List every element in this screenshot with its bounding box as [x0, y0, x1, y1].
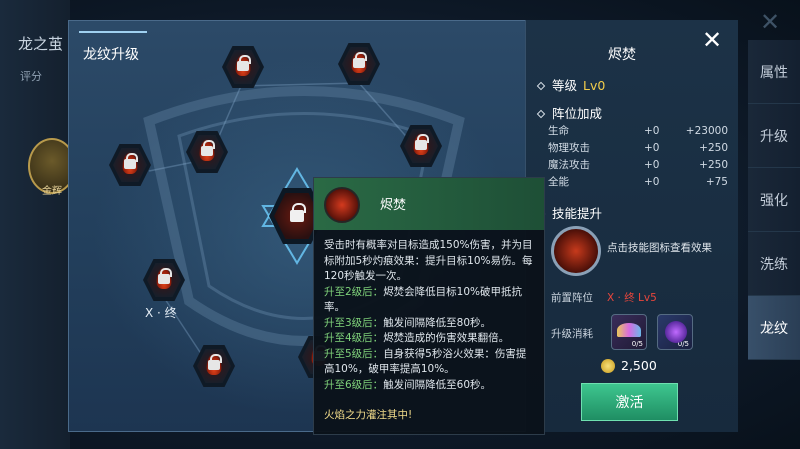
gold-coin-icon — [601, 358, 615, 373]
material-count: 0/5 — [677, 340, 689, 348]
rune-node-locked[interactable] — [193, 345, 235, 387]
level-value: Lv0 — [583, 78, 606, 93]
lock-icon — [353, 52, 367, 68]
lock-icon — [237, 55, 251, 71]
stat-current: +0 — [644, 158, 660, 171]
tooltip-header: 烬焚 — [314, 178, 544, 230]
level-prefix: 升至3级后： — [324, 316, 384, 329]
cost-label: 升级消耗 — [551, 328, 593, 340]
level-effect: 触发间隔降低至80秒。 — [383, 316, 492, 329]
rune-node-x-final[interactable] — [143, 259, 185, 301]
stat-delta: +75 — [705, 175, 728, 188]
skill-title-text: 技能提升 — [552, 206, 603, 221]
tab-enhance[interactable]: 强化 — [748, 168, 800, 232]
rune-node-locked[interactable] — [400, 125, 442, 167]
tooltip-level-line: 升至5级后：自身获得5秒浴火效果：伤害提高10%，破甲率提高10%。 — [324, 347, 534, 378]
level-row: 等级 Lv0 — [536, 75, 606, 94]
tooltip-description: 受击时有概率对目标造成150%伤害，并为目标附加5秒灼痕效果：提升目标10%易伤… — [324, 239, 533, 282]
stat-delta: +23000 — [685, 124, 728, 137]
stat-name: 物理攻击 — [548, 142, 590, 154]
rune-node-locked[interactable] — [109, 144, 151, 186]
level-effect: 烬焚造成的伤害效果翻倍。 — [383, 332, 510, 344]
fire-skill-icon — [324, 187, 360, 223]
prerequisite-row: 前置阵位 X · 终 Lv5 — [551, 290, 657, 305]
tooltip-level-line: 升至6级后：触发间隔降低至60秒。 — [324, 378, 534, 394]
skill-icon[interactable] — [551, 226, 601, 276]
prerequisite-label: 前置阵位 — [551, 292, 593, 304]
level-prefix: 升至4级后： — [324, 332, 384, 344]
tab-attributes[interactable]: 属性 — [748, 40, 800, 104]
rune-node-locked[interactable] — [222, 46, 264, 88]
rune-node-locked[interactable] — [338, 43, 380, 85]
lock-icon — [158, 268, 172, 284]
stat-row: 物理攻击 +0 +250 — [548, 139, 728, 156]
side-tabs: 属性 升级 强化 洗练 龙纹 — [748, 40, 800, 360]
stat-delta: +250 — [699, 158, 728, 171]
level-prefix: 升至5级后： — [324, 347, 384, 360]
stat-row: 全能 +0 +75 — [548, 173, 728, 190]
tab-dragon-rune[interactable]: 龙纹 — [748, 296, 800, 360]
lock-icon — [290, 203, 306, 222]
level-prefix: 升至6级后： — [324, 378, 384, 391]
rune-name: 烬焚 — [608, 47, 636, 63]
lock-icon — [415, 134, 429, 150]
stat-current: +0 — [644, 175, 660, 188]
gold-amount: 2,500 — [621, 358, 657, 373]
diamond-bullet-icon — [536, 109, 546, 119]
purple-orb-icon[interactable]: 0/5 — [657, 314, 693, 350]
lock-icon — [208, 354, 222, 370]
tooltip-level-line: 升至4级后：烬焚造成的伤害效果翻倍。 — [324, 331, 534, 347]
tooltip-title: 烬焚 — [380, 198, 407, 213]
prerequisite-value: X · 终 Lv5 — [607, 292, 657, 304]
tooltip-body: 受击时有概率对目标造成150%伤害，并为目标附加5秒灼痕效果：提升目标10%易伤… — [314, 230, 544, 401]
rainbow-shard-icon[interactable]: 0/5 — [611, 314, 647, 350]
skill-tooltip: 烬焚 受击时有概率对目标造成150%伤害，并为目标附加5秒灼痕效果：提升目标10… — [313, 177, 545, 435]
level-prefix: 升至2级后： — [324, 285, 384, 298]
stat-row: 生命 +0 +23000 — [548, 122, 728, 139]
bonus-title: 阵位加成 — [536, 103, 603, 122]
stat-current: +0 — [644, 141, 660, 154]
stat-current: +0 — [644, 124, 660, 137]
stat-name: 生命 — [548, 125, 569, 137]
level-label: 等级 — [552, 78, 578, 93]
level-effect: 触发间隔降低至60秒。 — [383, 378, 492, 391]
lock-icon — [124, 153, 138, 169]
background-score-label: 评分 — [20, 70, 42, 83]
lock-icon — [201, 140, 215, 156]
bonus-title-text: 阵位加成 — [552, 106, 603, 121]
stat-delta: +250 — [699, 141, 728, 154]
stat-name: 全能 — [548, 176, 569, 188]
stat-name: 魔法攻击 — [548, 159, 590, 171]
avatar-label: 金辉 — [42, 186, 62, 197]
tab-upgrade[interactable]: 升级 — [748, 104, 800, 168]
skill-hint: 点击技能图标查看效果 — [607, 242, 712, 254]
dragon-rune-screen: 龙之茧 评分 金辉 ✕ 属性 升级 强化 洗练 龙纹 龙纹 升级 X · 终 ✕ … — [0, 0, 800, 449]
tab-refine[interactable]: 洗练 — [748, 232, 800, 296]
tooltip-footer: 火焰之力灌注其中! — [324, 409, 413, 421]
skill-title: 技能提升 — [536, 203, 603, 222]
stat-row: 魔法攻击 +0 +250 — [548, 156, 728, 173]
material-count: 0/5 — [631, 340, 643, 348]
rune-node-locked[interactable] — [186, 131, 228, 173]
diamond-bullet-icon — [536, 81, 546, 91]
background-close-icon: ✕ — [760, 8, 781, 36]
tooltip-level-line: 升至2级后：烬焚会降低目标10%破甲抵抗率。 — [324, 285, 534, 316]
tooltip-level-line: 升至3级后：触发间隔降低至80秒。 — [324, 316, 534, 332]
background-title: 龙之茧 — [18, 35, 64, 53]
stat-list: 生命 +0 +23000 物理攻击 +0 +250 魔法攻击 +0 +250 全… — [548, 122, 728, 190]
gold-cost: 2,500 — [601, 358, 657, 373]
rune-info-pane: ✕ 烬焚 等级 Lv0 阵位加成 生命 +0 +23000 物理攻击 +0 +25… — [525, 20, 738, 432]
activate-button[interactable]: 激活 — [581, 383, 678, 421]
close-icon[interactable]: ✕ — [702, 26, 722, 54]
node-label-x-final: X · 终 — [145, 306, 177, 320]
